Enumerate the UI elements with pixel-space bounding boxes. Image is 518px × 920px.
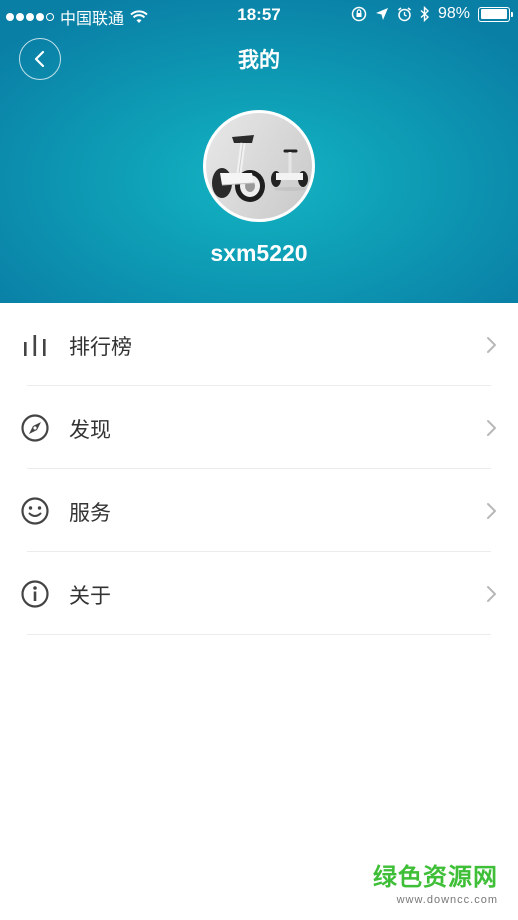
- menu-item-label: 发现: [69, 419, 111, 442]
- rotation-lock-icon: [351, 6, 367, 22]
- menu-item-service[interactable]: 服务: [0, 469, 518, 552]
- watermark: 绿色资源网 www.downcc.com: [373, 857, 498, 906]
- scooter-image: [212, 135, 308, 202]
- compass-icon: [21, 414, 49, 442]
- battery-icon: [478, 6, 513, 22]
- profile-header: 中国联通 18:57 98% 我的 sxm5220: [0, 0, 518, 303]
- smiley-icon: [21, 497, 49, 525]
- status-bar: 中国联通 18:57 98%: [0, 0, 518, 30]
- location-arrow-icon: [375, 8, 388, 20]
- alarm-icon: [398, 6, 411, 21]
- menu-item-label: 排行榜: [69, 336, 132, 359]
- bluetooth-icon: [420, 6, 429, 22]
- chevron-right-icon: [487, 586, 496, 602]
- divider: [27, 634, 491, 635]
- page-title: 我的: [238, 49, 280, 72]
- battery-percent: 98%: [437, 5, 470, 22]
- username: sxm5220: [210, 240, 308, 266]
- chevron-right-icon: [487, 337, 496, 353]
- menu-item-label: 关于: [69, 585, 111, 608]
- info-icon: [21, 580, 49, 608]
- menu-item-label: 服务: [69, 502, 111, 525]
- menu-item-about[interactable]: 关于: [0, 552, 518, 635]
- watermark-title: 绿色资源网: [373, 864, 498, 891]
- chevron-right-icon: [487, 420, 496, 436]
- watermark-url: www.downcc.com: [396, 894, 498, 906]
- bar-chart-icon: [24, 335, 46, 356]
- menu-list: 排行榜 发现 服务 关于: [0, 303, 518, 635]
- menu-item-ranking[interactable]: 排行榜: [0, 303, 518, 386]
- menu-item-discover[interactable]: 发现: [0, 386, 518, 469]
- status-right: 98%: [351, 5, 513, 23]
- chevron-right-icon: [487, 503, 496, 519]
- avatar[interactable]: [203, 110, 315, 222]
